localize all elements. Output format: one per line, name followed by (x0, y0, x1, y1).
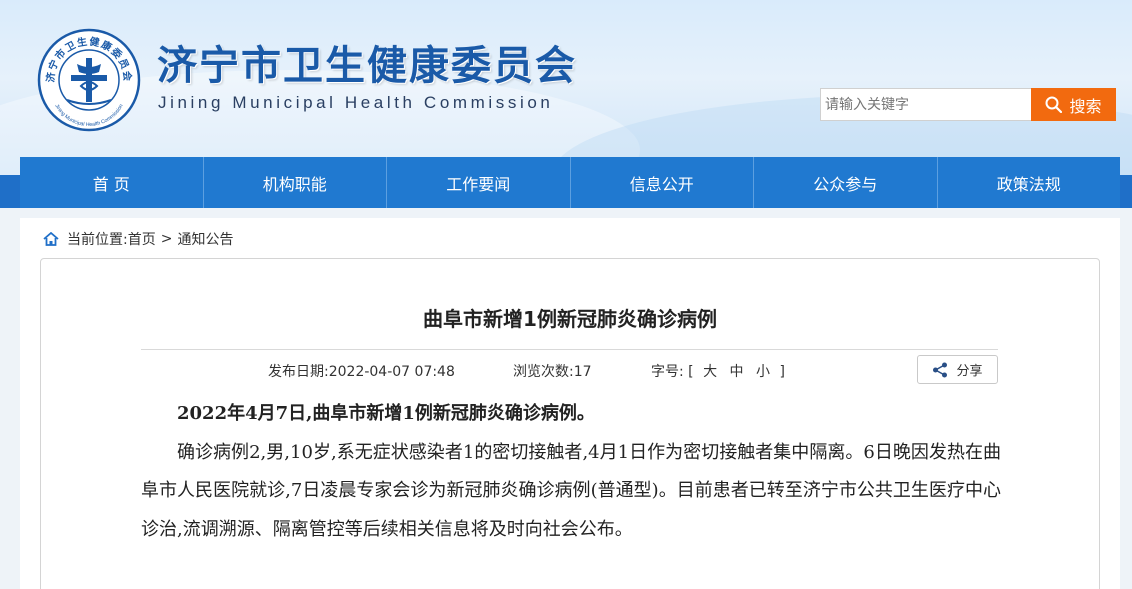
article-paragraph: 2022年4月7日,曲阜市新增1例新冠肺炎确诊病例。 (177, 403, 595, 424)
home-icon (43, 232, 59, 246)
nav-item-regulations[interactable]: 政策法规 (938, 157, 1121, 208)
font-size-open-bracket: [ (688, 364, 694, 380)
article-body: 2022年4月7日,曲阜市新增1例新冠肺炎确诊病例。 确诊病例2,男,10岁,系… (141, 395, 1001, 549)
publish-date: 发布日期:2022-04-07 07:48 (268, 361, 455, 381)
font-size-small[interactable]: 小 (756, 364, 770, 380)
magnifier-icon (1045, 96, 1063, 113)
view-count: 浏览次数:17 (513, 361, 592, 381)
site-subtitle: Jining Municipal Health Commission (158, 93, 554, 112)
search-button[interactable]: 搜索 (1031, 88, 1116, 121)
font-size-close-bracket: ] (779, 364, 785, 380)
breadcrumb-current-link[interactable]: 通知公告 (177, 229, 233, 249)
site-title: 济宁市卫生健康委员会 (157, 43, 577, 89)
font-size-large[interactable]: 大 (703, 364, 717, 380)
share-icon (933, 362, 948, 377)
title-divider (141, 349, 998, 350)
breadcrumb: 当前位置: 首页 > 通知公告 (43, 229, 233, 249)
publish-date-value: 2022-04-07 07:48 (328, 364, 455, 380)
article-title: 曲阜市新增1例新冠肺炎确诊病例 (423, 307, 717, 331)
font-size-switcher: 字号: [ 大 中 小 ] (651, 361, 785, 381)
font-size-label: 字号: (651, 364, 684, 380)
nav-item-disclosure[interactable]: 信息公开 (571, 157, 754, 208)
main-nav: 首 页 机构职能 工作要闻 信息公开 公众参与 政策法规 (20, 157, 1120, 208)
health-commission-emblem-icon: 济宁市卫生健康委员会 Jining Municipal Health Commi… (37, 28, 141, 132)
share-button[interactable]: 分享 (917, 355, 998, 384)
breadcrumb-separator: > (160, 231, 173, 247)
view-count-value: 17 (573, 364, 592, 380)
nav-item-participation[interactable]: 公众参与 (754, 157, 938, 208)
breadcrumb-home-link[interactable]: 首页 (128, 229, 156, 249)
search-button-label: 搜索 (1069, 96, 1102, 116)
nav-item-functions[interactable]: 机构职能 (204, 157, 387, 208)
breadcrumb-prefix: 当前位置: (67, 232, 128, 248)
search-input[interactable] (820, 88, 1032, 121)
site-header: 济宁市卫生健康委员会 Jining Municipal Health Commi… (0, 0, 1132, 175)
share-label: 分享 (956, 364, 983, 379)
font-size-medium[interactable]: 中 (730, 364, 744, 380)
nav-item-home[interactable]: 首 页 (20, 157, 204, 208)
view-count-label: 浏览次数: (513, 364, 574, 380)
article-paragraph: 确诊病例2,男,10岁,系无症状感染者1的密切接触者,4月1日作为密切接触者集中… (141, 441, 1001, 540)
publish-date-label: 发布日期: (268, 364, 329, 380)
nav-item-news[interactable]: 工作要闻 (387, 157, 571, 208)
